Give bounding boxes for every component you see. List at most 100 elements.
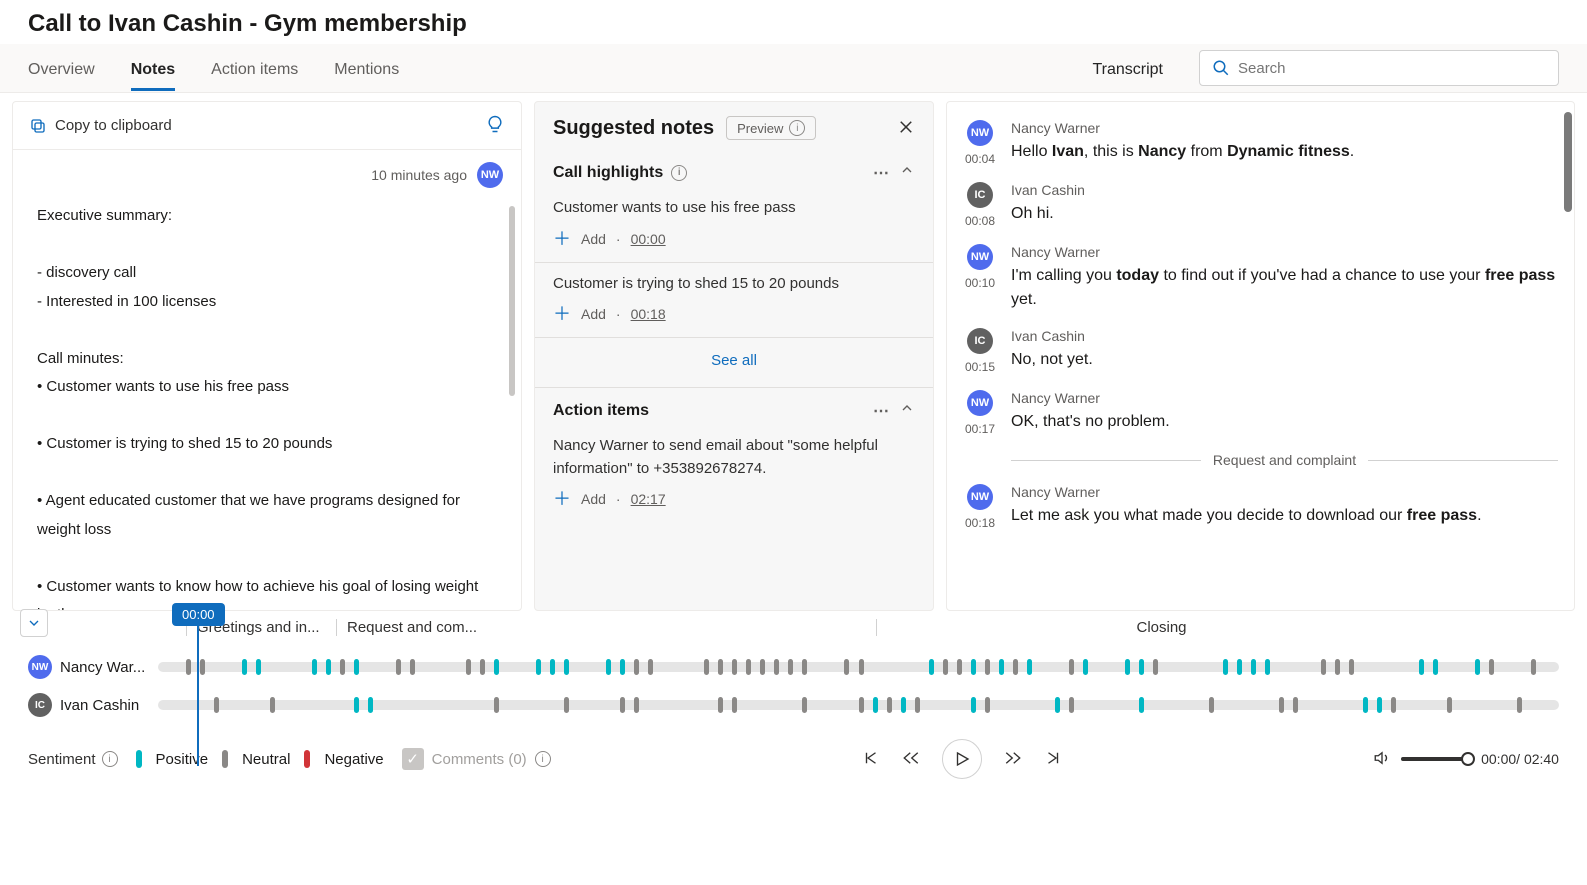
expand-toggle[interactable]	[20, 609, 48, 637]
transcript-text: I'm calling you today to find out if you…	[1011, 264, 1558, 312]
speaker-row-nancy: NWNancy War...	[28, 655, 1559, 679]
transcript-text: OK, that's no problem.	[1011, 410, 1558, 434]
highlight-timestamp[interactable]: 00:18	[631, 306, 666, 322]
transcript-time: 00:10	[965, 276, 995, 290]
action-timestamp[interactable]: 02:17	[631, 491, 666, 507]
comments-toggle[interactable]: ✓ Comments (0) i	[402, 748, 551, 770]
transcript-row[interactable]: NW 00:18 Nancy Warner Let me ask you what …	[965, 476, 1568, 538]
add-highlight-button[interactable]: ＋	[553, 230, 571, 248]
transcript-time: 00:17	[965, 422, 995, 436]
lightbulb-icon[interactable]	[485, 114, 505, 137]
info-icon[interactable]: i	[102, 751, 118, 767]
transcript-scrollbar[interactable]	[1564, 112, 1572, 212]
transcript-time: 00:18	[965, 516, 995, 530]
transcript-time: 00:15	[965, 360, 995, 374]
info-icon: i	[789, 120, 805, 136]
playhead-marker[interactable]: 00:00	[172, 603, 225, 766]
tab-action-items[interactable]: Action items	[211, 45, 298, 91]
action-items-title: Action items	[553, 402, 649, 420]
transcript-text: Let me ask you what made you decide to d…	[1011, 504, 1558, 528]
action-more-button[interactable]: ⋯	[873, 401, 891, 421]
search-box[interactable]	[1199, 50, 1559, 86]
skip-start-button[interactable]	[862, 749, 880, 770]
transcript-heading: Transcript	[1092, 45, 1163, 91]
speaker-name: Nancy Warner	[1011, 390, 1558, 406]
avatar-ic: IC	[28, 693, 52, 717]
add-highlight-button[interactable]: ＋	[553, 305, 571, 323]
speaker-track-ivan[interactable]	[158, 700, 1559, 710]
transcript-row[interactable]: IC00:08 Ivan CashinOh hi.	[965, 174, 1568, 236]
avatar: IC	[967, 182, 993, 208]
search-icon	[1212, 59, 1230, 77]
page-title: Call to Ivan Cashin - Gym membership	[0, 0, 1587, 44]
suggested-notes-panel: Suggested notes Preview i Call highlight…	[534, 101, 934, 611]
rewind-button[interactable]	[902, 749, 920, 770]
chevron-up-icon[interactable]	[899, 162, 915, 183]
tab-notes[interactable]: Notes	[131, 45, 175, 91]
segment-request[interactable]: Request and com...	[336, 619, 876, 636]
notes-scrollbar[interactable]	[509, 206, 515, 396]
speaker-row-ivan: ICIvan Cashin	[28, 693, 1559, 717]
player-controls	[862, 739, 1062, 779]
avatar: NW	[967, 484, 993, 510]
tab-overview[interactable]: Overview	[28, 45, 95, 91]
chevron-up-icon[interactable]	[899, 400, 915, 421]
transcript-row[interactable]: NW00:04 Nancy WarnerHello Ivan, this is …	[965, 112, 1568, 174]
speaker-name: Nancy Warner	[1011, 484, 1558, 500]
call-highlights-title: Call highlights	[553, 164, 663, 182]
transcript-panel: NW00:04 Nancy WarnerHello Ivan, this is …	[946, 101, 1575, 611]
forward-button[interactable]	[1004, 749, 1022, 770]
volume-slider[interactable]	[1401, 757, 1471, 761]
avatar-nw: NW	[28, 655, 52, 679]
chevron-down-icon	[26, 615, 42, 631]
copy-label: Copy to clipboard	[55, 117, 172, 134]
transcript-row[interactable]: IC 00:15 Ivan Cashin No, not yet.	[965, 320, 1568, 382]
transcript-text: No, not yet.	[1011, 348, 1558, 372]
info-icon[interactable]: i	[671, 165, 687, 181]
volume-icon[interactable]	[1373, 749, 1391, 770]
copy-icon	[29, 117, 47, 135]
see-all-link[interactable]: See all	[535, 338, 933, 388]
check-icon: ✓	[402, 748, 424, 770]
speaker-name: Ivan Cashin	[1011, 328, 1558, 344]
action-item: Nancy Warner to send email about "some h…	[535, 425, 933, 522]
info-icon: i	[535, 751, 551, 767]
notes-body: Executive summary: - discovery call - In…	[13, 196, 521, 610]
suggested-notes-title: Suggested notes	[553, 117, 714, 140]
duration: 02:40	[1524, 751, 1559, 767]
play-button[interactable]	[942, 739, 982, 779]
notes-author-avatar: NW	[477, 162, 503, 188]
skip-end-button[interactable]	[1044, 749, 1062, 770]
close-suggested-button[interactable]	[897, 118, 915, 139]
speaker-name: Nancy Warner	[1011, 120, 1558, 136]
highlights-more-button[interactable]: ⋯	[873, 163, 891, 183]
avatar: NW	[967, 390, 993, 416]
copy-to-clipboard-button[interactable]: Copy to clipboard	[29, 117, 172, 135]
notes-panel: Copy to clipboard 10 minutes ago NW Exec…	[12, 101, 522, 611]
avatar: NW	[967, 244, 993, 270]
notes-timestamp: 10 minutes ago	[371, 167, 467, 183]
footer: Sentiment i Positive Neutral Negative ✓ …	[0, 717, 1587, 791]
tab-bar: Overview Notes Action items Mentions Tra…	[0, 44, 1587, 93]
segment-closing[interactable]: Closing	[876, 619, 1436, 636]
transcript-time: 00:04	[965, 152, 995, 166]
preview-badge[interactable]: Preview i	[726, 116, 816, 140]
highlight-timestamp[interactable]: 00:00	[631, 231, 666, 247]
speaker-track-nancy[interactable]	[158, 662, 1559, 672]
add-action-button[interactable]: ＋	[553, 490, 571, 508]
timeline: 00:00 Greetings and in... Request and co…	[0, 613, 1587, 717]
transcript-row[interactable]: NW 00:17 Nancy Warner OK, that's no proble…	[965, 382, 1568, 444]
speaker-name: Nancy Warner	[1011, 244, 1558, 260]
swatch-negative	[304, 750, 310, 768]
speaker-name: Ivan Cashin	[1011, 182, 1558, 198]
highlight-item: Customer wants to use his free pass ＋ Ad…	[535, 187, 933, 263]
avatar: IC	[967, 328, 993, 354]
tab-mentions[interactable]: Mentions	[334, 45, 399, 91]
transcript-text: Oh hi.	[1011, 202, 1558, 226]
swatch-positive	[136, 750, 142, 768]
current-time: 00:00	[1481, 751, 1516, 767]
search-input[interactable]	[1238, 60, 1546, 77]
transcript-divider: Request and complaint	[965, 444, 1568, 476]
highlight-item: Customer is trying to shed 15 to 20 poun…	[535, 263, 933, 339]
transcript-row[interactable]: NW 00:10 Nancy Warner I'm calling you toda…	[965, 236, 1568, 320]
